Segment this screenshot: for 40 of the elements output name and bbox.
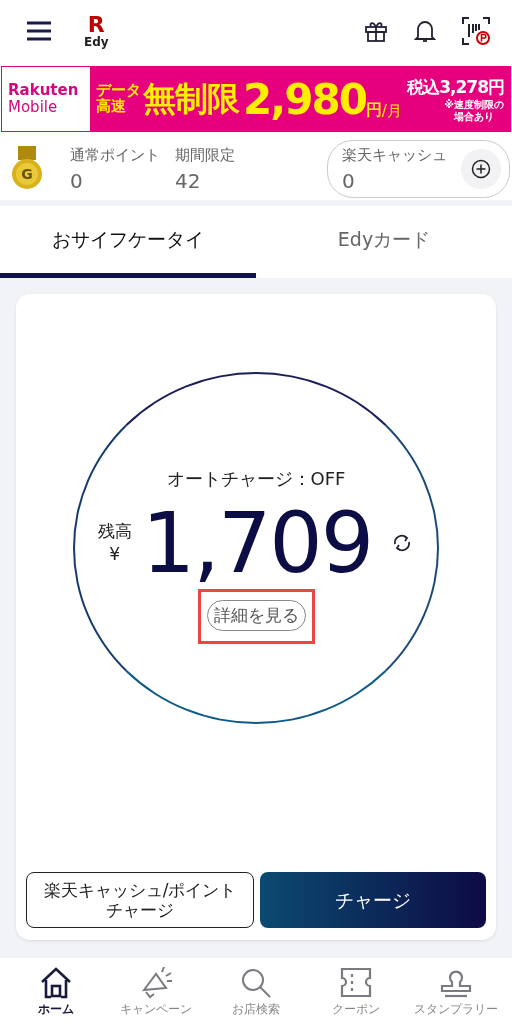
point-label: 期間限定	[175, 145, 236, 165]
brand-name: Rakuten	[8, 81, 80, 99]
details-button[interactable]: 詳細を見る	[206, 599, 306, 631]
promo-note: 場合あり	[453, 110, 496, 123]
point-label: 通常ポイント	[70, 145, 161, 165]
nav-tab[interactable]: お店検索	[206, 966, 306, 1024]
point-value: 42	[175, 168, 202, 193]
nav-tab[interactable]: ホーム	[6, 966, 106, 1024]
point-label: 楽天キャッシュ	[342, 145, 448, 165]
bell-icon[interactable]	[414, 19, 436, 43]
gift-icon[interactable]	[364, 19, 388, 43]
ticket-icon	[338, 966, 374, 1000]
charge-button[interactable]: チャージ	[260, 872, 486, 928]
plus-icon	[471, 159, 491, 179]
point-value: 0	[70, 168, 84, 193]
barcode-scan-icon[interactable]	[462, 17, 490, 45]
add-button[interactable]	[461, 149, 501, 189]
promo-note: ※速度制限の	[444, 98, 504, 111]
wallet-tab[interactable]: Edyカード	[256, 206, 512, 278]
medal-icon	[10, 146, 44, 192]
nav-tab[interactable]: スタンプラリー	[406, 966, 506, 1024]
currency-symbol: ¥	[109, 542, 121, 565]
price-period: /月	[381, 102, 402, 121]
point-value: 0	[342, 168, 356, 193]
logo-text: Edy	[84, 36, 109, 48]
cash-card[interactable]: 楽天キャッシュ 0	[327, 140, 510, 198]
balance-label: 残高	[97, 520, 132, 543]
point-charge-button[interactable]: 楽天キャッシュ/ポイントチャージ	[26, 872, 254, 928]
brand-name: Mobile	[8, 99, 59, 117]
price-unit: 円	[365, 100, 382, 119]
menu-icon[interactable]	[26, 21, 52, 41]
auto-charge-status: オートチャージ：OFF	[166, 466, 346, 491]
tax-price: 税込3,278円	[407, 75, 504, 99]
nav-tab[interactable]: キャンペーン	[106, 966, 206, 1024]
promo-headline: 無制限	[143, 77, 239, 120]
nav-tab[interactable]: クーポン	[306, 966, 406, 1024]
medal-letter: G	[20, 166, 34, 182]
promo-price: 2,980	[243, 74, 366, 124]
logo-mark: R	[87, 14, 105, 36]
balance-amount: 1,709	[141, 500, 373, 585]
